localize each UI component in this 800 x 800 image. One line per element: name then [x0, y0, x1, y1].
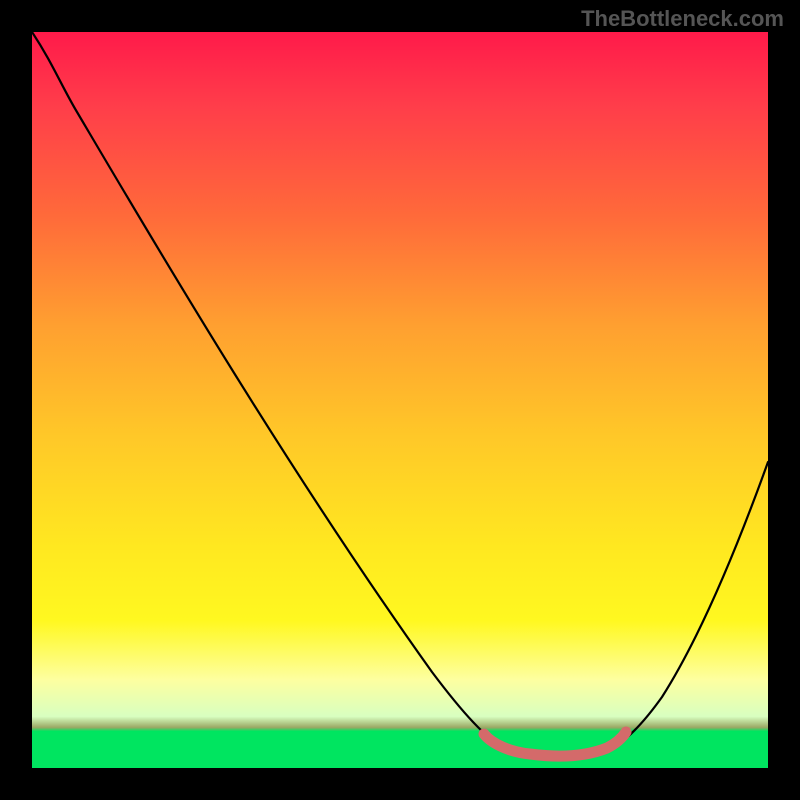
- watermark-text: TheBottleneck.com: [581, 6, 784, 32]
- plot-area: [32, 32, 768, 768]
- chart-svg: [32, 32, 768, 768]
- chart-container: TheBottleneck.com: [0, 0, 800, 800]
- bottleneck-curve: [32, 32, 768, 759]
- optimal-range-highlight: [484, 732, 626, 756]
